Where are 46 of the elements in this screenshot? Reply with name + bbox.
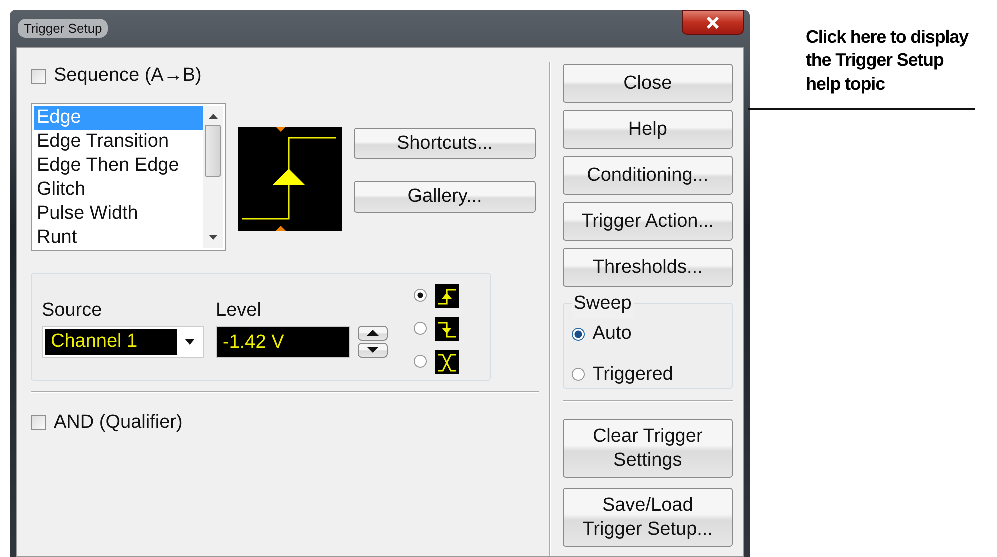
dialog-button[interactable]: Shortcuts... [354, 128, 536, 160]
radio-button[interactable] [414, 322, 427, 335]
dialog-button[interactable]: Help [562, 110, 733, 149]
checkbox-label: AND (Qualifier) [54, 410, 183, 434]
radio-button[interactable] [414, 355, 427, 368]
list-item[interactable]: Edge Transition [34, 130, 203, 154]
window-title: Trigger Setup [18, 18, 108, 38]
list-item[interactable]: Pulse Width [34, 202, 203, 226]
list-item[interactable]: Runt [34, 226, 203, 250]
level-field[interactable]: -1.42 V [216, 326, 350, 358]
triangle-up-icon [366, 329, 380, 337]
checkbox-label: Sequence (A→B) [54, 64, 202, 88]
falling-edge-icon[interactable] [435, 316, 459, 340]
field-label: Level [216, 299, 262, 323]
scrollbar[interactable] [203, 106, 223, 248]
source-dropdown[interactable]: Channel 1 [42, 326, 204, 358]
radio-button[interactable] [572, 368, 585, 382]
dialog-button[interactable]: Gallery... [354, 181, 536, 213]
trigger-type-list[interactable]: Edge Edge Transition Edge Then Edge Glitch Pulse Width Runt [31, 102, 226, 250]
caret-icon [185, 338, 195, 344]
triangle-down-icon [366, 346, 380, 354]
rising-edge-icon[interactable] [435, 284, 459, 308]
checkbox[interactable] [31, 68, 46, 84]
either-edge-icon[interactable] [435, 350, 459, 374]
list-item[interactable]: Glitch [34, 178, 203, 202]
dialog-button[interactable]: Clear Trigger Settings [562, 419, 733, 478]
radio-label: Auto [592, 322, 632, 346]
scroll-down-icon[interactable] [208, 234, 218, 240]
dialog-button[interactable]: Save/Load Trigger Setup... [562, 488, 733, 547]
spin-up-button[interactable] [358, 326, 388, 340]
scroll-up-icon[interactable] [208, 114, 218, 118]
spin-down-button[interactable] [358, 342, 388, 358]
dialog-button[interactable]: Trigger Action... [562, 202, 733, 241]
field-label: Source [42, 299, 104, 323]
list-item[interactable]: Edge Then Edge [34, 154, 203, 178]
dialog-button[interactable]: Conditioning... [562, 156, 733, 195]
scroll-thumb[interactable] [205, 124, 221, 176]
radio-label: Triggered [592, 362, 674, 386]
dialog-button[interactable]: Close [562, 64, 733, 103]
checkbox[interactable] [31, 415, 46, 430]
callout-text: Click here to display the Trigger Setup help topic [806, 26, 970, 96]
radio-button[interactable] [414, 289, 427, 302]
dialog-button[interactable]: Thresholds... [562, 248, 733, 287]
radio-button[interactable] [572, 328, 585, 341]
close-icon [706, 16, 720, 28]
close-button[interactable] [682, 10, 744, 35]
